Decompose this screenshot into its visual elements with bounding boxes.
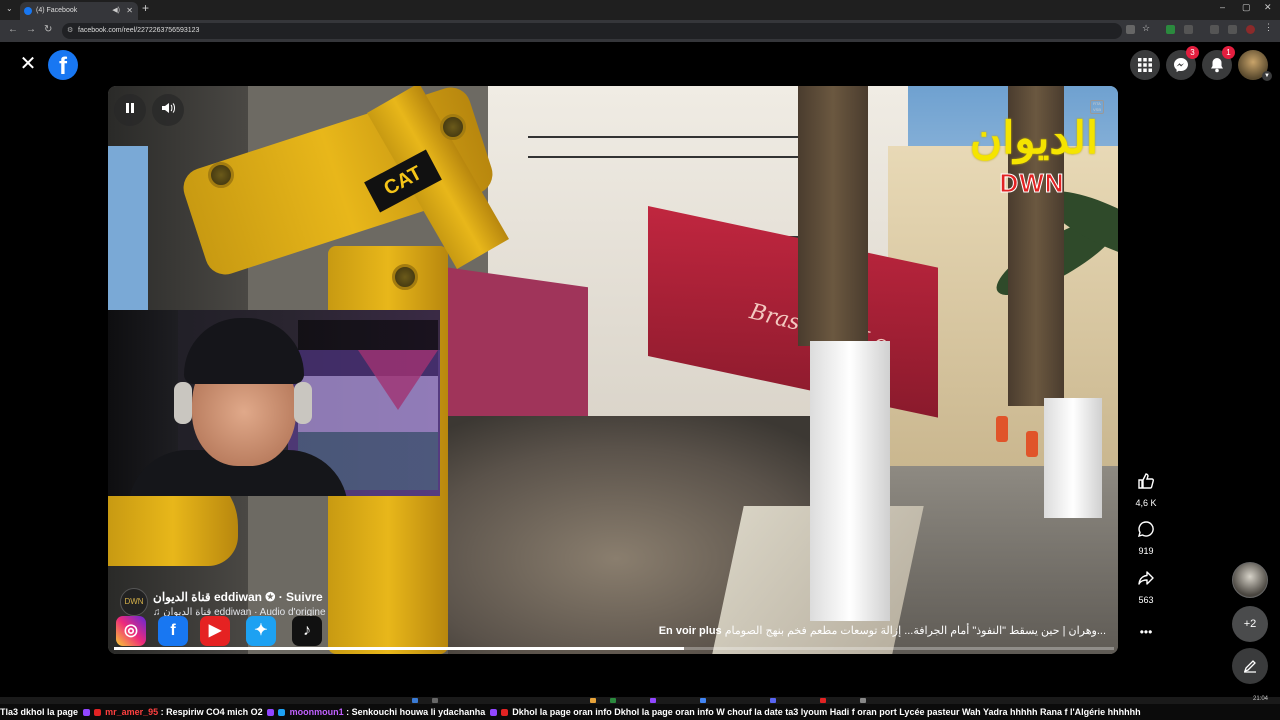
maximize-button[interactable]: ▢ — [1242, 2, 1251, 13]
watermark-tag: RTA VSB — [1090, 100, 1104, 114]
watermark-arabic: الديوان — [969, 113, 1099, 164]
side-panel-icon[interactable] — [1228, 25, 1237, 34]
youtube-icon: ▶ — [200, 616, 230, 646]
like-button[interactable]: 4,6 K — [1126, 472, 1166, 508]
side-friend-avatar[interactable] — [1232, 562, 1268, 598]
ticker-message: Tla3 dkhol la page — [0, 707, 79, 717]
badge-icon — [82, 709, 90, 716]
site-info-icon[interactable]: ⚙ — [67, 23, 73, 39]
facebook-favicon-icon — [24, 7, 32, 15]
os-taskbar: 21:04 — [0, 696, 1280, 704]
more-icon: ••• — [1139, 625, 1153, 639]
address-bar[interactable]: ⚙ facebook.com/reel/2272263756593123 — [62, 23, 1122, 39]
ticker-message: Senkouchi houwa li ydachanha — [351, 707, 486, 717]
volume-icon — [162, 103, 175, 113]
messenger-icon — [1174, 58, 1188, 72]
extensions-puzzle-icon[interactable] — [1184, 25, 1193, 34]
browser-toolbar: ← → ↻ ⚙ facebook.com/reel/22722637565931… — [0, 20, 1280, 42]
verified-icon: ✪ — [265, 590, 276, 604]
ticker-message: Respiriw CO4 mich O2 — [166, 707, 263, 717]
close-reel-icon[interactable]: ✕ — [18, 54, 38, 74]
watermark-latin: DWN — [999, 168, 1065, 199]
reload-icon[interactable]: ↻ — [44, 24, 52, 35]
comment-button[interactable]: 919 — [1126, 520, 1166, 556]
close-window-button[interactable]: ✕ — [1264, 2, 1272, 13]
chevron-down-icon: ▼ — [1262, 71, 1272, 81]
extension-icon[interactable] — [1166, 25, 1175, 34]
share-count: 563 — [1138, 595, 1154, 605]
video-awning-pink — [428, 264, 588, 438]
facebook-logo-icon[interactable]: f — [48, 50, 78, 80]
like-count: 4,6 K — [1135, 498, 1157, 508]
chat-ticker: Tla3 dkhol la page mr_amer_95 : Respiriw… — [0, 704, 1280, 720]
messenger-badge: 3 — [1186, 46, 1199, 59]
author-line: قناة الديوان eddiwan ✪ · Suivre — [153, 590, 323, 604]
twitter-icon: ✦ — [246, 616, 276, 646]
comment-icon — [1126, 520, 1166, 544]
headphone-icon — [174, 382, 192, 424]
share-icon — [1126, 569, 1166, 593]
worker — [996, 416, 1008, 442]
palm-trunk-left — [798, 86, 868, 346]
see-more-link[interactable]: En voir plus — [659, 625, 722, 637]
comment-count: 919 — [1138, 546, 1154, 556]
edit-icon — [1243, 660, 1256, 673]
palm-trunk-right-painted — [1044, 398, 1102, 518]
browser-tab-bar: ⌄ (4) Facebook ◀) ✕ + – ▢ ✕ — [0, 0, 1280, 20]
profile-icon[interactable] — [1246, 25, 1255, 34]
notifications-button[interactable]: 1 — [1202, 46, 1235, 80]
streamer-beanie — [184, 318, 304, 384]
side-more-friends[interactable]: +2 — [1232, 606, 1268, 642]
tab-close-icon[interactable]: ✕ — [126, 2, 133, 20]
bookmark-star-icon[interactable]: ☆ — [1142, 24, 1151, 33]
instagram-icon: ◎ — [116, 616, 146, 646]
video-caption: En voir plus وهران | حين يسقط "النفوذ" أ… — [659, 624, 1106, 637]
url-text: facebook.com/reel/2272263756593123 — [78, 27, 200, 34]
author-name[interactable]: قناة الديوان eddiwan — [153, 590, 262, 604]
tab-audio-icon[interactable]: ◀) — [112, 2, 120, 20]
back-icon[interactable]: ← — [8, 24, 18, 35]
facebook-icon: f — [158, 616, 188, 646]
more-options-button[interactable]: ••• — [1126, 620, 1166, 644]
bell-icon — [1211, 58, 1223, 73]
ticker-user: mr_amer_95 — [105, 707, 159, 717]
install-app-icon[interactable] — [1126, 25, 1135, 34]
download-icon[interactable] — [1210, 25, 1219, 34]
mute-button[interactable] — [152, 94, 184, 126]
author-avatar[interactable]: DWN — [120, 588, 148, 616]
worker — [1026, 431, 1038, 457]
pause-button[interactable] — [114, 94, 146, 126]
compose-button[interactable] — [1232, 648, 1268, 684]
new-tab-button[interactable]: + — [142, 1, 149, 15]
forward-icon[interactable]: → — [26, 24, 36, 35]
system-clock: 21:04 — [1252, 696, 1268, 702]
browser-tab-facebook[interactable]: (4) Facebook ◀) ✕ — [20, 2, 138, 20]
tab-search-icon[interactable]: ⌄ — [6, 4, 16, 16]
thumbs-up-icon — [1126, 472, 1166, 496]
progress-bar[interactable] — [114, 647, 1114, 650]
ticker-user: moonmoun1 — [289, 707, 344, 717]
reel-page: ✕ f 3 1 ▼ CAT الديوان DWN RTA VSB DWN قن… — [0, 42, 1280, 697]
notifications-badge: 1 — [1222, 46, 1235, 59]
menu-grid-icon[interactable] — [1130, 50, 1160, 80]
reel-video[interactable]: Brasserie Le CAT الديوان DWN RTA VSB DWN — [108, 86, 1118, 654]
palm-trunk-left-painted — [810, 341, 890, 621]
share-button[interactable]: 563 — [1126, 569, 1166, 605]
progress-fill — [114, 647, 684, 650]
browser-menu-icon[interactable]: ⋮ — [1264, 23, 1273, 32]
minimize-button[interactable]: – — [1220, 2, 1225, 12]
webcam-overlay — [108, 310, 440, 496]
caption-text: وهران | حين يسقط "النفوذ" أمام الجرافة..… — [724, 625, 1106, 637]
ticker-message: Dkhol la page oran info Dkhol la page or… — [512, 707, 1141, 717]
account-avatar[interactable]: ▼ — [1238, 50, 1272, 81]
tab-title: (4) Facebook — [36, 7, 78, 14]
tiktok-icon: ♪ — [292, 616, 322, 646]
pause-icon — [126, 103, 134, 113]
follow-link[interactable]: · Suivre — [279, 590, 323, 604]
messenger-button[interactable]: 3 — [1166, 46, 1199, 80]
